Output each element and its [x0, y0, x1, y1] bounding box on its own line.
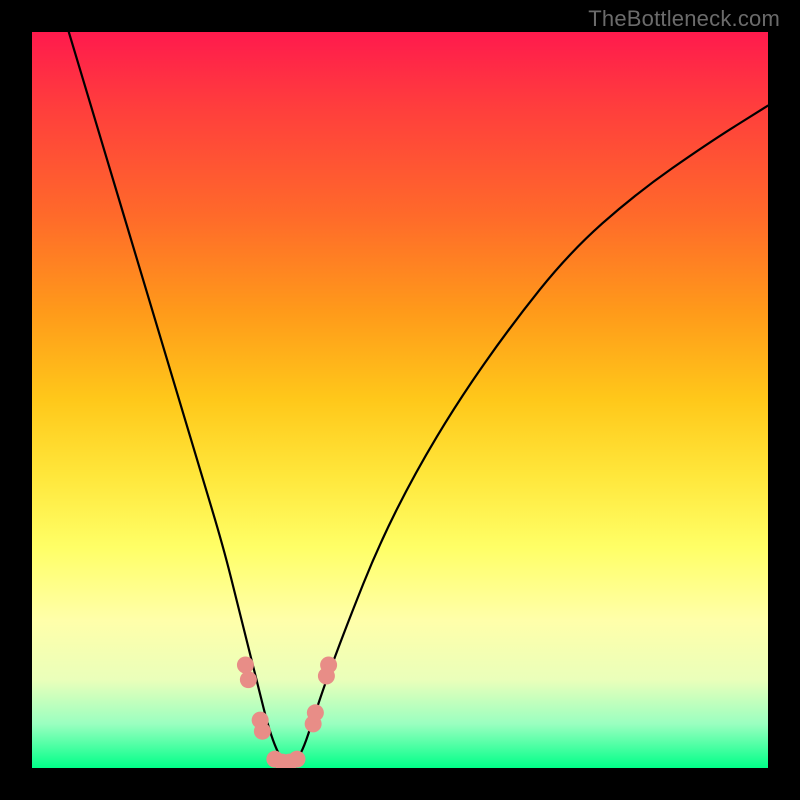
bead-marker [320, 656, 337, 673]
highlight-beads [237, 656, 337, 768]
watermark-text: TheBottleneck.com [588, 6, 780, 32]
bottleneck-curve [69, 32, 768, 766]
bead-marker [288, 751, 305, 768]
bead-marker [237, 656, 254, 673]
bead-marker [240, 671, 257, 688]
chart-frame: TheBottleneck.com [0, 0, 800, 800]
plot-area [32, 32, 768, 768]
bead-marker [307, 704, 324, 721]
curve-layer [32, 32, 768, 768]
bead-marker [254, 723, 271, 740]
